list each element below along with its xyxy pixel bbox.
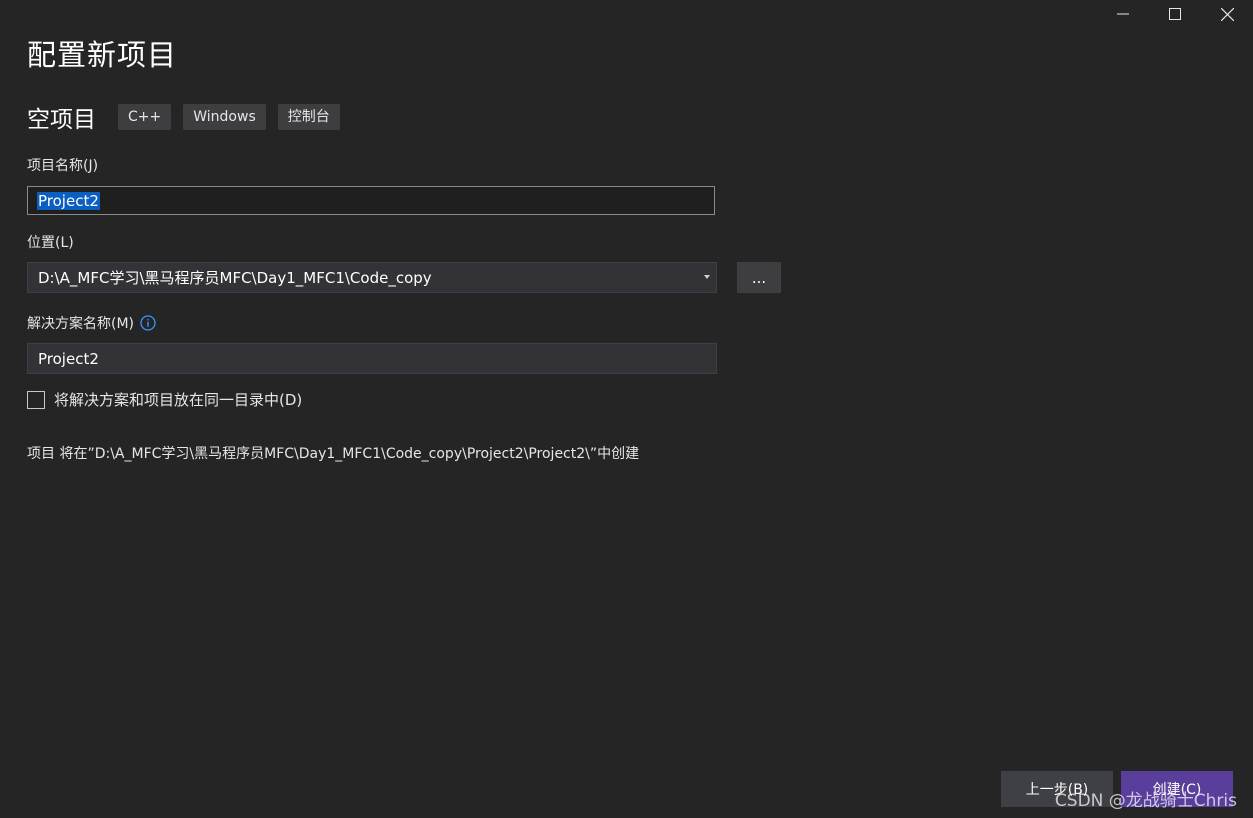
project-name-label: 项目名称(J) <box>27 158 99 174</box>
project-name-value: Project2 <box>37 191 100 210</box>
minimize-button[interactable] <box>1097 0 1149 28</box>
solution-name-input[interactable]: Project2 <box>27 343 717 374</box>
solution-name-value: Project2 <box>38 349 99 368</box>
close-button[interactable] <box>1201 0 1253 28</box>
tag-console: 控制台 <box>277 104 340 130</box>
template-header: 空项目 C++ Windows 控制台 <box>27 100 352 134</box>
template-name: 空项目 <box>27 107 96 133</box>
close-icon <box>1220 7 1234 21</box>
same-directory-label[interactable]: 将解决方案和项目放在同一目录中(D) <box>54 389 302 410</box>
tag-windows: Windows <box>183 104 266 130</box>
info-icon[interactable] <box>140 315 156 331</box>
maximize-button[interactable] <box>1149 0 1201 28</box>
project-name-input[interactable]: Project2 <box>27 186 715 215</box>
maximize-icon <box>1169 8 1181 20</box>
browse-button[interactable]: ... <box>737 262 781 293</box>
location-label: 位置(L) <box>27 235 74 251</box>
create-path-info: 项目 将在”D:\A_MFC学习\黑马程序员MFC\Day1_MFC1\Code… <box>27 446 640 462</box>
chevron-down-icon[interactable] <box>704 275 710 279</box>
page-title: 配置新项目 <box>27 38 178 72</box>
same-directory-option[interactable]: 将解决方案和项目放在同一目录中(D) <box>27 389 302 410</box>
location-value: D:\A_MFC学习\黑马程序员MFC\Day1_MFC1\Code_copy <box>38 269 432 287</box>
window-controls <box>1097 0 1253 28</box>
minimize-icon <box>1117 13 1129 15</box>
create-button[interactable]: 创建(C) <box>1121 771 1233 807</box>
solution-name-label-row: 解决方案名称(M) <box>27 313 156 333</box>
solution-name-label: 解决方案名称(M) <box>27 316 135 332</box>
back-button[interactable]: 上一步(B) <box>1001 771 1113 807</box>
same-directory-checkbox[interactable] <box>27 390 45 409</box>
location-combobox[interactable]: D:\A_MFC学习\黑马程序员MFC\Day1_MFC1\Code_copy <box>27 262 717 293</box>
tag-cpp: C++ <box>118 104 172 130</box>
configure-project-window: 配置新项目 空项目 C++ Windows 控制台 项目名称(J) Projec… <box>0 0 1253 818</box>
